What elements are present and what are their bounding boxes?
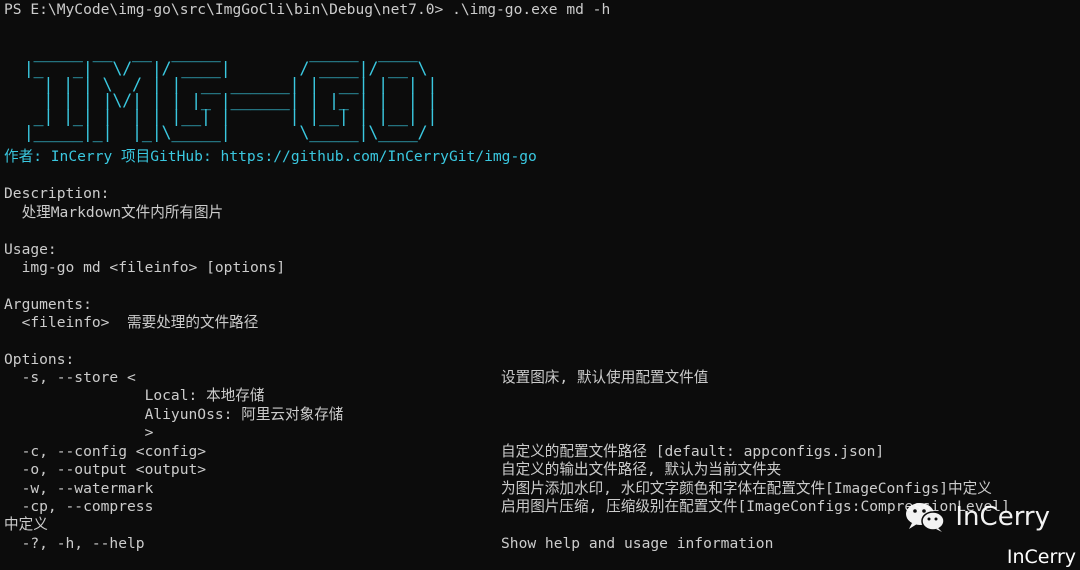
option-output: -o, --output <output> — [4, 461, 207, 478]
options-heading: Options: — [4, 351, 75, 368]
option-store-local: Local: 本地存储 — [4, 387, 265, 404]
option-output-desc: 自定义的输出文件路径, 默认为当前文件夹 — [501, 461, 782, 478]
usage-heading: Usage: — [4, 241, 57, 258]
option-help: -?, -h, --help — [4, 535, 145, 552]
option-watermark-desc: 为图片添加水印, 水印文字颜色和字体在配置文件[ImageConfigs]中定义 — [501, 480, 992, 497]
option-compress: -cp, --compress — [4, 498, 154, 515]
ascii-logo: _____ __ __ _____ _____ ____ |_ _| \/ |/… — [23, 42, 438, 142]
option-help-desc: Show help and usage information — [501, 535, 774, 552]
option-store-aliyun: AliyunOss: 阿里云对象存储 — [4, 406, 344, 423]
argument-fileinfo: <fileinfo> 需要处理的文件路径 — [4, 314, 259, 331]
wechat-icon — [906, 503, 946, 532]
description-text: 处理Markdown文件内所有图片 — [4, 204, 224, 221]
option-watermark: -w, --watermark — [4, 480, 154, 497]
arguments-heading: Arguments: — [4, 296, 92, 313]
option-store-desc: 设置图床, 默认使用配置文件值 — [501, 369, 709, 386]
usage-text: img-go md <fileinfo> [options] — [4, 259, 286, 276]
option-compress-wrap: 中定义 — [4, 516, 48, 533]
terminal-window[interactable]: PS E:\MyCode\img-go\src\ImgGoCli\bin\Deb… — [0, 0, 1080, 570]
description-heading: Description: — [4, 185, 110, 202]
option-store-close: > — [4, 424, 154, 441]
option-store: -s, --store < — [4, 369, 136, 386]
author-line: 作者: InCerry 项目GitHub: https://github.com… — [4, 148, 537, 165]
option-config: -c, --config <config> — [4, 443, 207, 460]
option-config-desc: 自定义的配置文件路径 [default: appconfigs.json] — [501, 443, 885, 460]
watermark-brand: InCerry — [955, 502, 1050, 532]
watermark-badge: InCerry — [903, 500, 1050, 534]
corner-watermark: InCerry — [1006, 546, 1076, 568]
command-prompt: PS E:\MyCode\img-go\src\ImgGoCli\bin\Deb… — [4, 1, 611, 18]
